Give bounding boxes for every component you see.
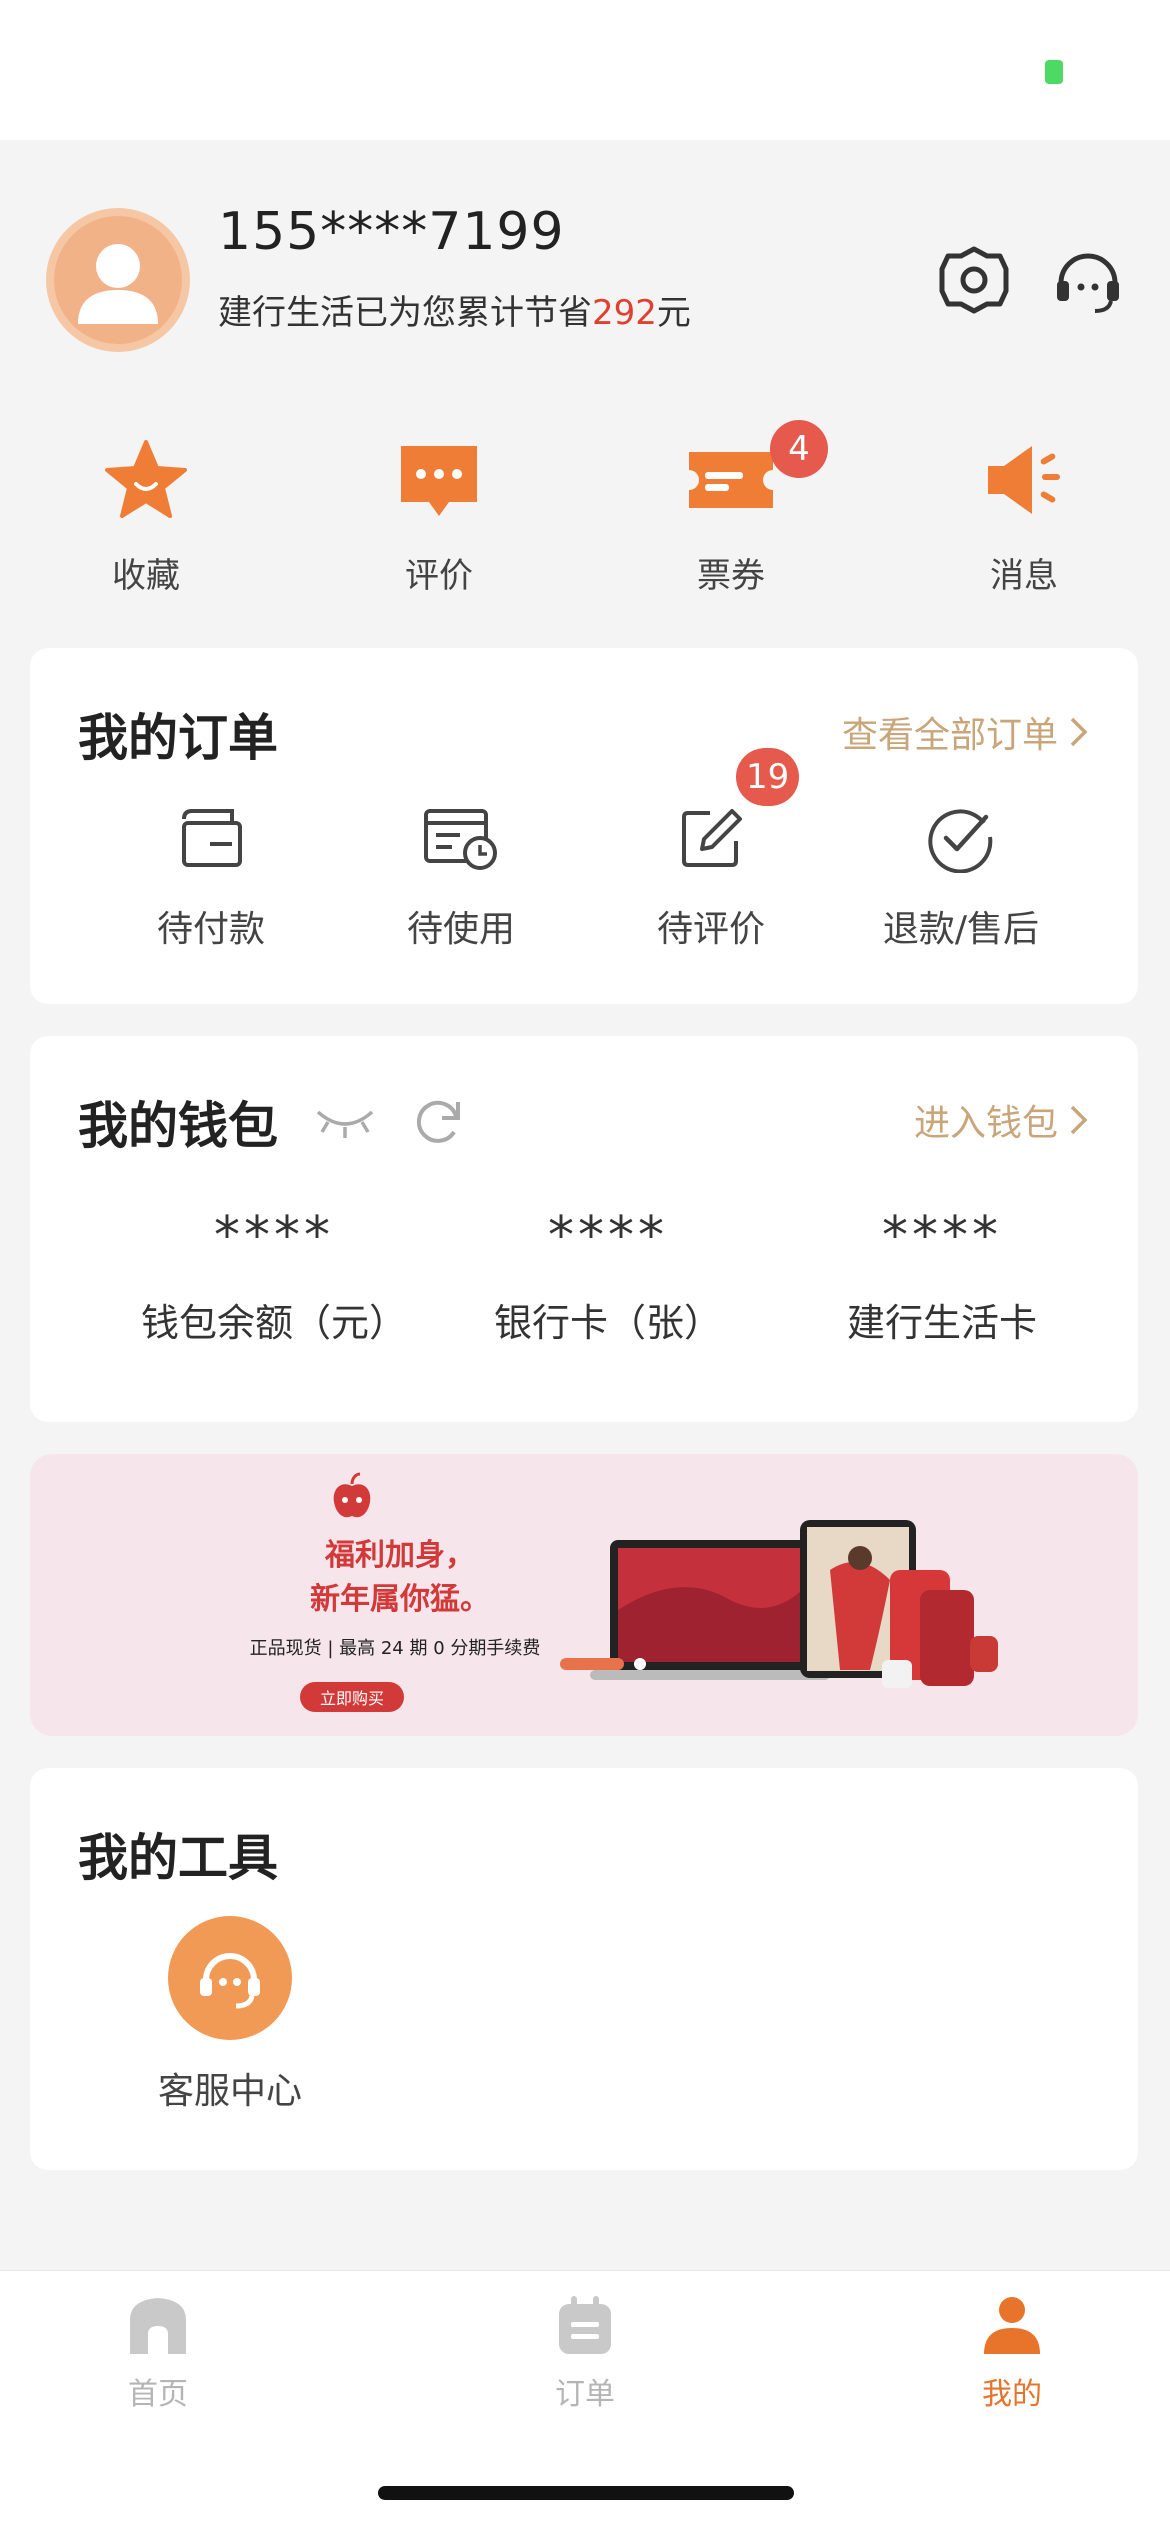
tools-card: 我的工具 客服中心 <box>30 1768 1138 2170</box>
tab-orders[interactable]: 订单 <box>485 2291 685 2413</box>
banner-subtitle: 正品现货 | 最高 24 期 0 分期手续费 <box>249 1638 541 1659</box>
enter-wallet-label: 进入钱包 <box>913 1103 1058 1144</box>
banner-headline: 福利加身， 新年属你猛。 <box>250 1534 550 1622</box>
savings-prefix: 建行生活已为您累计节省 <box>218 293 592 333</box>
customer-service-icon[interactable] <box>1048 240 1128 320</box>
tab-label: 我的 <box>982 2377 1042 2412</box>
order-to-use[interactable]: 待使用 <box>336 798 586 968</box>
order-label: 退款/售后 <box>882 909 1040 950</box>
order-label: 待付款 <box>156 909 265 950</box>
shortcut-messages[interactable]: 消息 <box>924 430 1124 600</box>
pagination-dot <box>634 1658 646 1670</box>
enter-wallet-link[interactable]: 进入钱包 <box>914 1094 1090 1146</box>
wallet-balance[interactable]: **** 钱包余额（元） <box>124 1206 424 1347</box>
order-label: 待使用 <box>406 909 515 950</box>
status-bar <box>0 0 1170 140</box>
order-label: 待评价 <box>656 909 765 950</box>
buy-now-button[interactable]: 立即购买 <box>300 1682 404 1712</box>
shortcut-label: 评价 <box>405 556 473 596</box>
orders-card: 我的订单 查看全部订单 待付款 待使用 待评价 19 退款/售后 <box>30 648 1138 1004</box>
wallet-title: 我的钱包 <box>78 1097 278 1155</box>
view-all-orders-label: 查看全部订单 <box>841 715 1058 756</box>
comment-icon <box>389 430 489 530</box>
tools-title: 我的工具 <box>78 1829 278 1887</box>
order-list-icon <box>550 2291 620 2361</box>
banner-headline-line2: 新年属你猛。 <box>310 1582 490 1617</box>
ticket-count-badge: 4 <box>770 420 828 478</box>
tool-customer-service[interactable]: 客服中心 <box>130 1916 330 2114</box>
home-indicator[interactable] <box>378 2486 794 2500</box>
review-count-badge: 19 <box>736 748 800 806</box>
person-icon <box>78 244 158 324</box>
tab-mine[interactable]: 我的 <box>912 2291 1112 2413</box>
headset-icon <box>168 1916 292 2040</box>
bank-cards-value: **** <box>548 1206 668 1266</box>
tab-label: 订单 <box>555 2377 615 2412</box>
check-circle-icon <box>921 798 1001 878</box>
life-card-value: **** <box>882 1206 1002 1266</box>
tab-label: 首页 <box>128 2377 188 2412</box>
wallet-card: 我的钱包 进入钱包 **** 钱包余额（元） **** 银行卡（张） **** … <box>30 1036 1138 1422</box>
shortcut-favorites[interactable]: 收藏 <box>46 430 246 600</box>
chevron-right-icon <box>1070 717 1088 747</box>
avatar-placeholder <box>54 216 182 344</box>
refresh-icon[interactable] <box>412 1094 464 1150</box>
shortcut-reviews[interactable]: 评价 <box>339 430 539 600</box>
banner-pagination <box>560 1658 646 1670</box>
edit-icon <box>671 798 751 878</box>
view-all-orders-link[interactable]: 查看全部订单 <box>842 706 1090 758</box>
life-card-label: 建行生活卡 <box>846 1301 1037 1345</box>
shortcut-row: 收藏 评价 票券 4 消息 <box>0 390 1170 620</box>
wallet-bank-cards[interactable]: **** 银行卡（张） <box>458 1206 758 1347</box>
order-refund-aftersales[interactable]: 退款/售后 <box>836 798 1086 968</box>
chevron-right-icon <box>1070 1105 1088 1135</box>
savings-amount: 292 <box>592 293 657 333</box>
product-devices-image <box>580 1510 1010 1704</box>
wallet-icon <box>171 798 251 878</box>
avatar[interactable] <box>46 208 190 352</box>
shortcut-label: 收藏 <box>112 556 180 596</box>
settings-gear-icon[interactable] <box>934 240 1014 320</box>
brand-logo-icon <box>330 1472 374 1526</box>
savings-summary: 建行生活已为您累计节省292元 <box>218 285 691 334</box>
bank-cards-label: 银行卡（张） <box>493 1301 722 1345</box>
pagination-dot-active <box>560 1658 624 1670</box>
home-icon <box>123 2291 193 2361</box>
profile-header: 155****7199 建行生活已为您累计节省292元 <box>0 140 1170 390</box>
wallet-balance-value: **** <box>214 1206 334 1266</box>
speaker-icon <box>974 430 1074 530</box>
orders-title: 我的订单 <box>78 709 278 767</box>
tab-home[interactable]: 首页 <box>58 2291 258 2413</box>
order-pending-payment[interactable]: 待付款 <box>86 798 336 968</box>
user-icon <box>977 2291 1047 2361</box>
user-phone: 155****7199 <box>218 202 565 262</box>
eye-closed-icon[interactable] <box>314 1100 376 1148</box>
wallet-balance-label: 钱包余额（元） <box>140 1301 407 1345</box>
shortcut-tickets[interactable]: 票券 4 <box>631 420 831 600</box>
shortcut-label: 票券 <box>697 556 765 596</box>
order-to-review[interactable]: 待评价 19 <box>586 748 836 968</box>
star-icon <box>96 430 196 530</box>
promo-banner[interactable]: 福利加身， 新年属你猛。 正品现货 | 最高 24 期 0 分期手续费 立即购买 <box>30 1454 1138 1736</box>
ticket-icon <box>681 430 781 530</box>
calendar-clock-icon <box>421 798 501 878</box>
tool-label: 客服中心 <box>157 2071 302 2112</box>
shortcut-label: 消息 <box>990 556 1058 596</box>
savings-suffix: 元 <box>656 293 691 333</box>
wallet-life-card[interactable]: **** 建行生活卡 <box>792 1206 1092 1347</box>
banner-headline-line1: 福利加身， <box>325 1538 475 1573</box>
battery-icon <box>1045 60 1063 84</box>
